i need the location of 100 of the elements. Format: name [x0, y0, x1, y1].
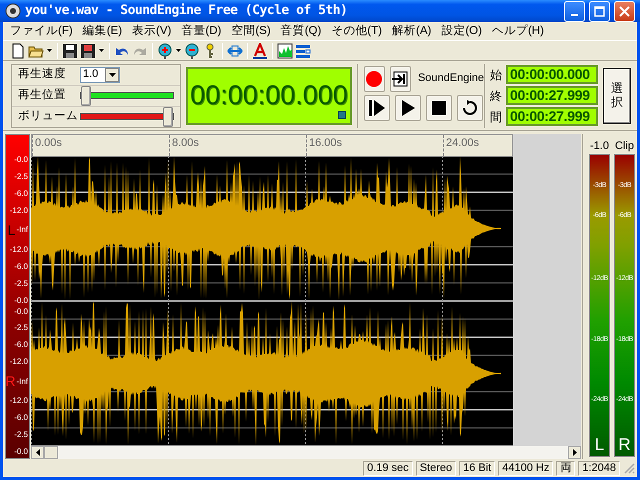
scale-label: -0.0 — [14, 447, 28, 456]
scale-label: -12.0 — [10, 206, 28, 215]
scale-label: -2.5 — [14, 323, 28, 332]
play-from-start-button[interactable] — [364, 94, 390, 120]
scale-label: -12.0 — [10, 396, 28, 406]
zoom-out-icon — [184, 42, 200, 58]
fit-width-icon — [227, 42, 243, 58]
toolbar-button[interactable] — [156, 42, 174, 60]
menu-item[interactable]: 表示(V) — [127, 22, 176, 40]
app-icon — [5, 3, 21, 19]
scale-label: -12.0 — [10, 244, 28, 254]
minimize-button[interactable] — [564, 0, 585, 22]
status-field: 1:2048 — [578, 460, 620, 476]
scale-label: -Inf — [16, 376, 28, 386]
scale-label: -Inf — [16, 225, 28, 234]
zoom-in-icon — [157, 42, 173, 58]
scrollbar-thumb[interactable] — [44, 446, 58, 459]
toolbar-button[interactable] — [276, 42, 294, 60]
status-field: 44100 Hz — [498, 460, 554, 476]
new-document-icon — [10, 42, 26, 58]
channel-letter: L — [8, 222, 16, 237]
maximize-icon — [594, 6, 605, 16]
channel-letter: R — [617, 436, 632, 454]
caret-icon — [47, 49, 52, 52]
export-button[interactable] — [390, 66, 411, 92]
speed-dropdown[interactable]: 1.0 — [80, 66, 120, 82]
range-label: 始 — [490, 66, 503, 84]
status-field: Stereo — [416, 460, 456, 476]
toolbar-button[interactable] — [251, 42, 269, 60]
range-label: 終 — [490, 88, 503, 104]
record-button[interactable] — [364, 66, 385, 92]
scale-label: -6.0 — [14, 413, 28, 422]
brand-label: SoundEngine — [418, 71, 484, 86]
scale-label: -0.0 — [14, 306, 28, 316]
caret-icon — [176, 49, 181, 52]
menu-item[interactable]: 編集(E) — [78, 22, 128, 40]
scroll-right-button[interactable] — [568, 446, 581, 459]
maximize-button[interactable] — [589, 0, 610, 22]
record-icon — [365, 70, 384, 88]
range-label: 間 — [490, 108, 503, 126]
loop-icon — [461, 98, 479, 116]
close-icon — [619, 6, 630, 16]
toolbar-button[interactable] — [61, 42, 79, 60]
select-button[interactable]: 選択 — [603, 68, 631, 124]
menu-item[interactable]: 音量(D) — [176, 22, 226, 40]
caret-icon — [108, 72, 116, 76]
layout-icon — [295, 42, 311, 58]
play-button[interactable] — [395, 94, 421, 120]
time-readout: 00:00:00.000 — [190, 78, 348, 110]
waveform-drawing[interactable] — [31, 156, 513, 446]
menu-item[interactable]: その他(T) — [326, 22, 387, 40]
resize-grip-icon[interactable] — [623, 462, 635, 474]
channel-letter: R — [5, 374, 16, 388]
time-field[interactable]: 00:00:00.000 — [506, 65, 598, 84]
slider-thumb[interactable] — [81, 86, 91, 106]
status-field: 0.19 sec — [363, 460, 413, 476]
volume-label: ボリューム — [18, 108, 76, 124]
stop-button[interactable] — [426, 94, 452, 120]
toolbar-button[interactable] — [79, 42, 97, 60]
minimize-icon — [571, 14, 578, 16]
toolbar-button[interactable] — [183, 42, 201, 60]
meter-header: Clip — [614, 139, 635, 154]
play-from-start-icon — [368, 98, 386, 116]
menu-item[interactable]: ヘルプ(H) — [486, 22, 549, 40]
scale-label: -12.0 — [10, 357, 28, 366]
position-label: 再生位置 — [18, 88, 67, 103]
menu-item[interactable]: 解析(A) — [386, 22, 436, 40]
menu-item[interactable]: ファイル(F) — [5, 22, 78, 40]
scale-label: -2.5 — [14, 172, 28, 181]
close-button[interactable] — [614, 0, 635, 22]
slider-thumb[interactable] — [163, 107, 173, 127]
menu-item[interactable]: 音質(Q) — [276, 22, 326, 40]
scale-label: -0.0 — [14, 296, 28, 304]
play-icon — [399, 98, 417, 116]
scroll-left-button[interactable] — [31, 446, 44, 459]
speed-label: 再生速度 — [18, 66, 67, 82]
status-field: 両 — [556, 460, 576, 476]
meter-header: -1.0 — [589, 139, 610, 154]
window-title: you've.wav - SoundEngine Free (Cycle of 5th) — [25, 2, 348, 20]
time-field[interactable]: 00:00:27.999 — [506, 86, 598, 105]
scale-label: -0.0 — [14, 155, 28, 164]
indicator-square — [338, 110, 346, 118]
menu-item[interactable]: 設定(O) — [436, 22, 487, 40]
scale-label: -6.0 — [14, 188, 28, 198]
scale-label: -6.0 — [14, 340, 28, 350]
channel-letter: L — [594, 436, 606, 454]
right-arrow-icon — [572, 449, 576, 456]
stop-icon — [430, 98, 448, 116]
scale-label: -2.5 — [14, 430, 28, 440]
status-field: 16 Bit — [459, 460, 496, 476]
scale-label: -2.5 — [14, 278, 28, 288]
time-field[interactable]: 00:00:27.999 — [506, 107, 598, 126]
spectrum-icon — [277, 42, 293, 58]
scale-label: -6.0 — [14, 262, 28, 271]
left-arrow-icon — [36, 449, 40, 456]
loop-button[interactable] — [457, 94, 483, 120]
menu-item[interactable]: 空間(S) — [226, 22, 276, 40]
arrow-into-box-icon — [391, 70, 410, 88]
caret-icon — [99, 49, 104, 52]
letter-a-icon — [252, 42, 268, 58]
